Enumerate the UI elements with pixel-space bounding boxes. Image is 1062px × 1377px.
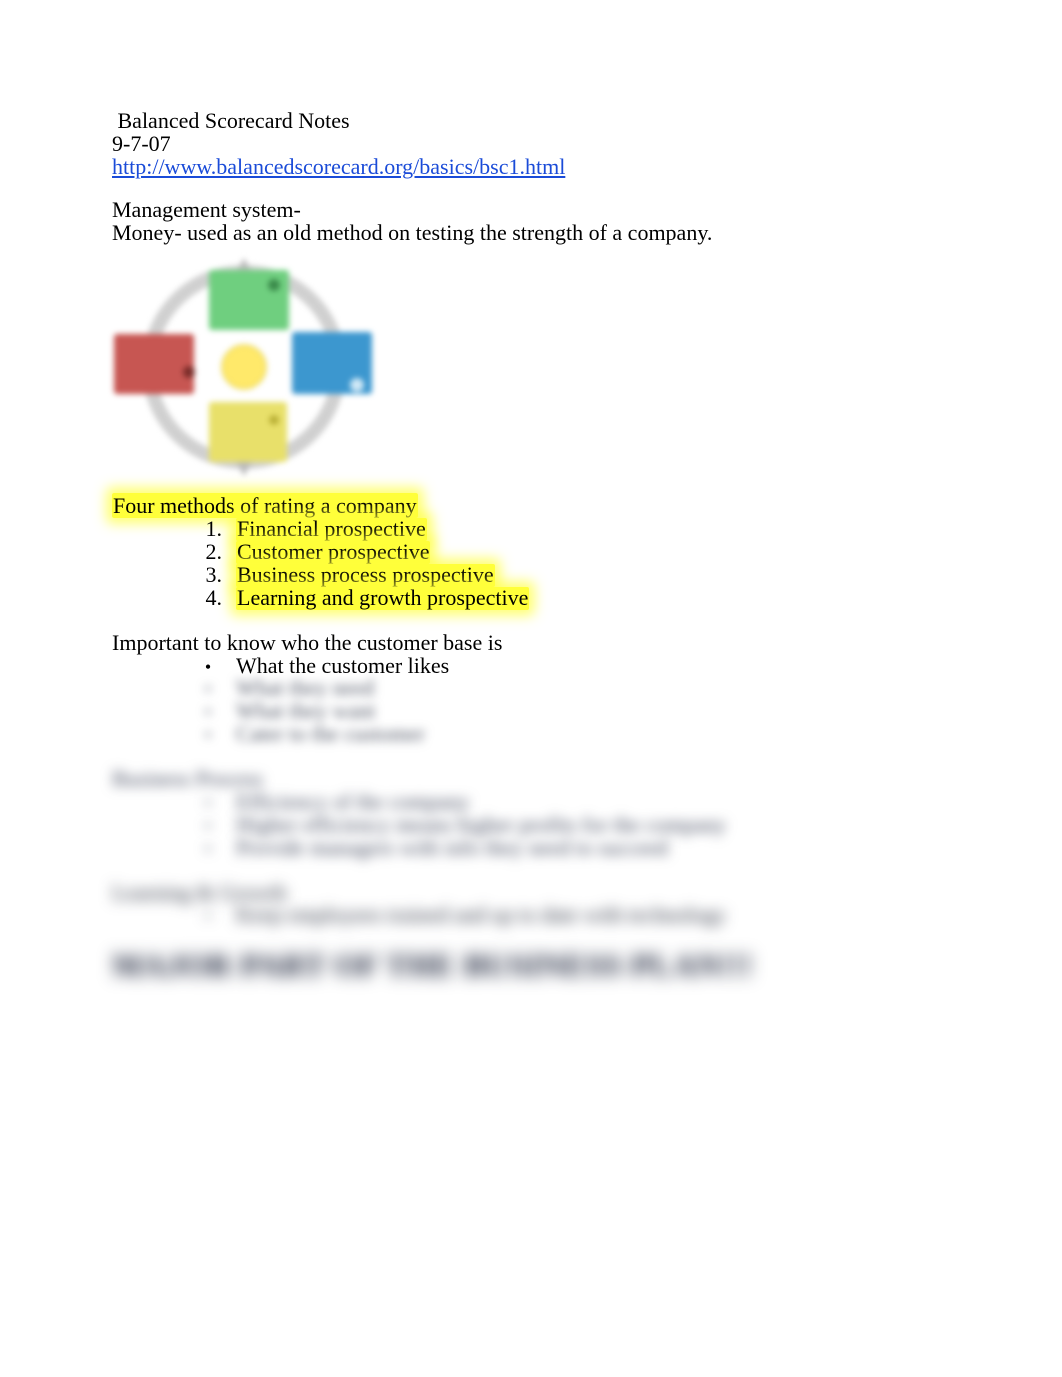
bullet-icon: • xyxy=(194,794,222,813)
list-item-text: Customer prospective xyxy=(236,541,430,564)
bullet-icon: • xyxy=(194,703,222,722)
list-item-text: Higher efficiency means higher profits f… xyxy=(236,814,726,837)
list-item-text: Keep employees trained and up to date wi… xyxy=(236,904,726,927)
four-methods-heading-text: Four methods of rating a company xyxy=(112,493,418,518)
list-item: 2. Customer prospective xyxy=(194,541,952,564)
list-number: 3. xyxy=(194,564,222,587)
list-item-text: Efficiency of the company xyxy=(236,791,470,814)
list-item-text: What they want xyxy=(236,700,375,723)
list-item: • What the customer likes xyxy=(194,655,952,678)
list-item: 1. Financial prospective xyxy=(194,518,952,541)
list-item-text: Cater to the customer xyxy=(236,723,425,746)
list-number: 2. xyxy=(194,541,222,564)
bullet-icon: • xyxy=(194,907,222,926)
footer-emphasis: MAJOR PART OF THE BUSINESS PLAN!!! xyxy=(112,949,952,982)
source-link[interactable]: http://www.balancedscorecard.org/basics/… xyxy=(112,154,565,179)
list-item-text: Financial prospective xyxy=(236,518,427,541)
bullet-icon: • xyxy=(194,817,222,836)
scorecard-diagram xyxy=(94,252,952,487)
doc-date: 9-7-07 xyxy=(112,133,952,156)
doc-url: http://www.balancedscorecard.org/basics/… xyxy=(112,156,952,179)
bullet-icon: • xyxy=(194,726,222,745)
list-number: 1. xyxy=(194,518,222,541)
four-methods-heading: Four methods of rating a company xyxy=(112,495,952,518)
list-number: 4. xyxy=(194,587,222,610)
bullet-icon: • xyxy=(194,840,222,859)
list-item: 3. Business process prospective xyxy=(194,564,952,587)
customer-list: • What the customer likes • What they ne… xyxy=(112,655,952,747)
list-item-text: What the customer likes xyxy=(236,655,449,678)
methods-list: 1. Financial prospective 2. Customer pro… xyxy=(112,518,952,610)
doc-title: Balanced Scorecard Notes xyxy=(112,110,952,133)
list-item-text: Business process prospective xyxy=(236,564,495,587)
learning-growth-heading: Learning & Growth xyxy=(112,882,952,905)
list-item: • Keep employees trained and up to date … xyxy=(194,904,952,927)
bullet-icon: • xyxy=(194,658,222,677)
list-item: 4. Learning and growth prospective xyxy=(194,587,952,610)
bullet-icon: • xyxy=(194,680,222,699)
list-item: • What they want xyxy=(194,700,952,723)
money-line: Money- used as an old method on testing … xyxy=(112,222,952,245)
customer-heading: Important to know who the customer base … xyxy=(112,632,952,655)
list-item-text: Provide managers with info they need to … xyxy=(236,837,668,860)
mgmt-system-label: Management system- xyxy=(112,199,952,222)
business-process-list: • Efficiency of the company • Higher eff… xyxy=(112,791,952,860)
list-item: • Higher efficiency means higher profits… xyxy=(194,814,952,837)
learning-growth-list: • Keep employees trained and up to date … xyxy=(112,904,952,927)
list-item: • Provide managers with info they need t… xyxy=(194,837,952,860)
list-item: • Efficiency of the company xyxy=(194,791,952,814)
business-process-heading: Business Process xyxy=(112,768,952,791)
list-item: • Cater to the customer xyxy=(194,723,952,746)
list-item-text: What they need xyxy=(236,677,374,700)
title-text: Balanced Scorecard Notes xyxy=(118,108,350,133)
list-item: • What they need xyxy=(194,677,952,700)
list-item-text: Learning and growth prospective xyxy=(236,587,529,610)
